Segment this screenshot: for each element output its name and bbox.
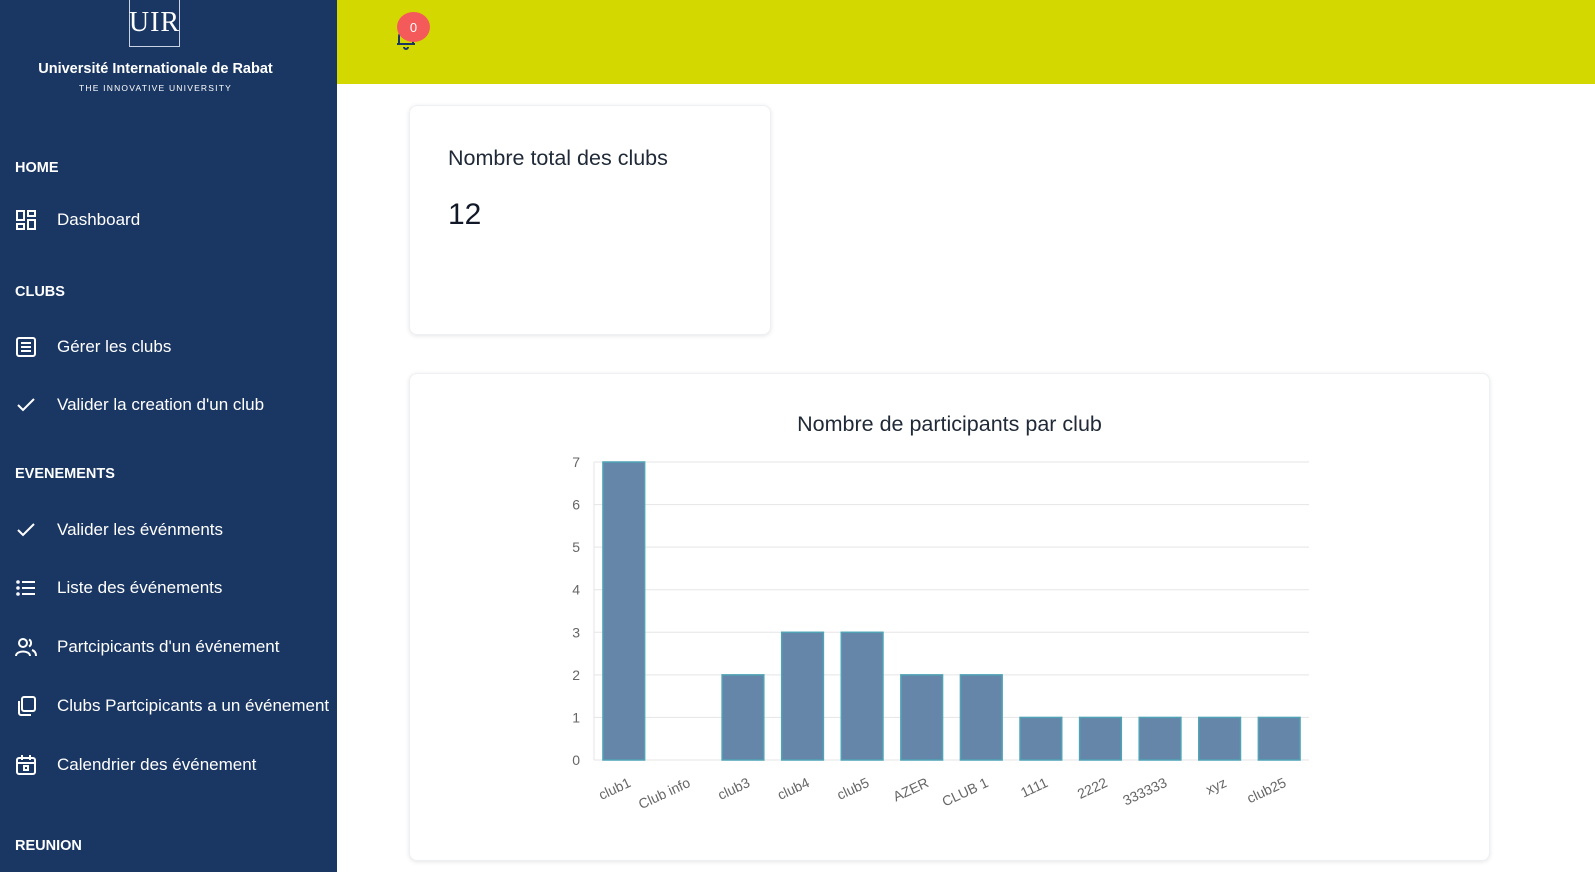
calendar-icon bbox=[14, 753, 38, 777]
bar-1111 bbox=[1019, 716, 1063, 761]
university-logo: UIR bbox=[129, 0, 180, 47]
notification-badge[interactable]: 0 bbox=[397, 12, 430, 42]
x-tick-label: 333333 bbox=[1120, 774, 1169, 808]
x-tick-label: club3 bbox=[715, 774, 752, 803]
bar-club5 bbox=[840, 631, 884, 761]
bar-2222 bbox=[1078, 716, 1123, 761]
sidebar-item-label: Calendrier des événement bbox=[57, 755, 257, 774]
sidebar-item-dashboard[interactable]: Dashboard bbox=[14, 203, 337, 237]
x-tick-label: CLUB 1 bbox=[939, 774, 990, 809]
bar-xyz bbox=[1198, 716, 1242, 761]
university-tagline: THE INNOVATIVE UNIVERSITY bbox=[79, 83, 232, 93]
copy-icon bbox=[14, 694, 38, 718]
list-icon bbox=[14, 576, 38, 600]
x-tick-label: club5 bbox=[834, 774, 871, 803]
sidebar-item-label: Gérer les clubs bbox=[57, 337, 172, 356]
dashboard-icon bbox=[14, 208, 38, 232]
sidebar-item-validate-club[interactable]: Valider la creation d'un club bbox=[14, 388, 337, 422]
x-tick-label: xyz bbox=[1203, 774, 1229, 797]
sidebar-item-events-list[interactable]: Liste des événements bbox=[14, 571, 337, 605]
sidebar-item-label: Dashboard bbox=[57, 210, 141, 229]
x-tick-label: Club info bbox=[636, 774, 693, 812]
sidebar-item-label: Valider la creation d'un club bbox=[57, 395, 265, 414]
check-icon bbox=[14, 518, 38, 542]
participants-bar-chart: 0 1 2 3 4 5 6 7 club1 Club info club3 club4 club5 AZE… bbox=[572, 454, 1309, 812]
participants-chart-card: Nombre de participants par club 01234567… bbox=[409, 373, 1490, 861]
bar-club25 bbox=[1257, 716, 1301, 761]
total-clubs-card: Nombre total des clubs 12 bbox=[409, 105, 771, 335]
y-tick-label: 2 bbox=[572, 667, 580, 683]
section-evenements: EVENEMENTS bbox=[15, 466, 115, 482]
x-tick-label: 2222 bbox=[1075, 774, 1110, 802]
y-tick-label: 1 bbox=[572, 709, 580, 725]
sidebar-item-label: Valider les événments bbox=[57, 520, 223, 539]
top-bar bbox=[337, 0, 1595, 84]
y-tick-label: 7 bbox=[572, 454, 580, 470]
bar-club-1 bbox=[959, 674, 1003, 761]
sidebar-item-manage-clubs[interactable]: Gérer les clubs bbox=[14, 330, 337, 364]
university-name: Université Internationale de Rabat bbox=[38, 61, 273, 77]
sidebar-item-validate-events[interactable]: Valider les événments bbox=[14, 513, 337, 547]
bar-club3 bbox=[721, 674, 765, 761]
sidebar-item-label: Liste des événements bbox=[57, 578, 223, 597]
sidebar-item-event-participants[interactable]: Partcipicants d'un événement bbox=[14, 630, 337, 664]
y-tick-label: 4 bbox=[572, 582, 580, 598]
x-tick-label: AZER bbox=[890, 774, 931, 804]
bar-azer bbox=[900, 674, 944, 761]
list-box-icon bbox=[14, 335, 38, 359]
sidebar-item-label: Clubs Partcipicants a un événement bbox=[57, 696, 330, 715]
bar-club4 bbox=[780, 631, 825, 761]
bar-club1 bbox=[602, 461, 646, 761]
total-clubs-value: 12 bbox=[448, 198, 482, 231]
sidebar-item-event-calendar[interactable]: Calendrier des événement bbox=[14, 748, 337, 782]
sidebar-item-event-clubs[interactable]: Clubs Partcipicants a un événement bbox=[14, 689, 337, 723]
x-tick-label: club4 bbox=[775, 774, 812, 803]
y-tick-label: 5 bbox=[572, 539, 580, 555]
y-tick-label: 0 bbox=[572, 752, 580, 768]
sidebar-item-label: Partcipicants d'un événement bbox=[57, 637, 280, 656]
users-icon bbox=[14, 635, 38, 659]
total-clubs-title: Nombre total des clubs bbox=[448, 146, 668, 170]
check-icon bbox=[14, 393, 38, 417]
section-clubs: CLUBS bbox=[15, 284, 65, 300]
section-home: HOME bbox=[15, 160, 59, 176]
x-tick-label: 1111 bbox=[1018, 774, 1050, 800]
bar-333333 bbox=[1138, 716, 1182, 761]
sidebar: UIR Université Internationale de Rabat T… bbox=[0, 0, 337, 872]
section-reunion: REUNION bbox=[15, 838, 82, 854]
y-tick-label: 6 bbox=[572, 497, 580, 513]
y-tick-label: 3 bbox=[572, 624, 580, 640]
x-tick-label: club25 bbox=[1244, 774, 1288, 806]
x-tick-label: club1 bbox=[596, 774, 633, 803]
logo-text: UIR bbox=[128, 7, 181, 38]
